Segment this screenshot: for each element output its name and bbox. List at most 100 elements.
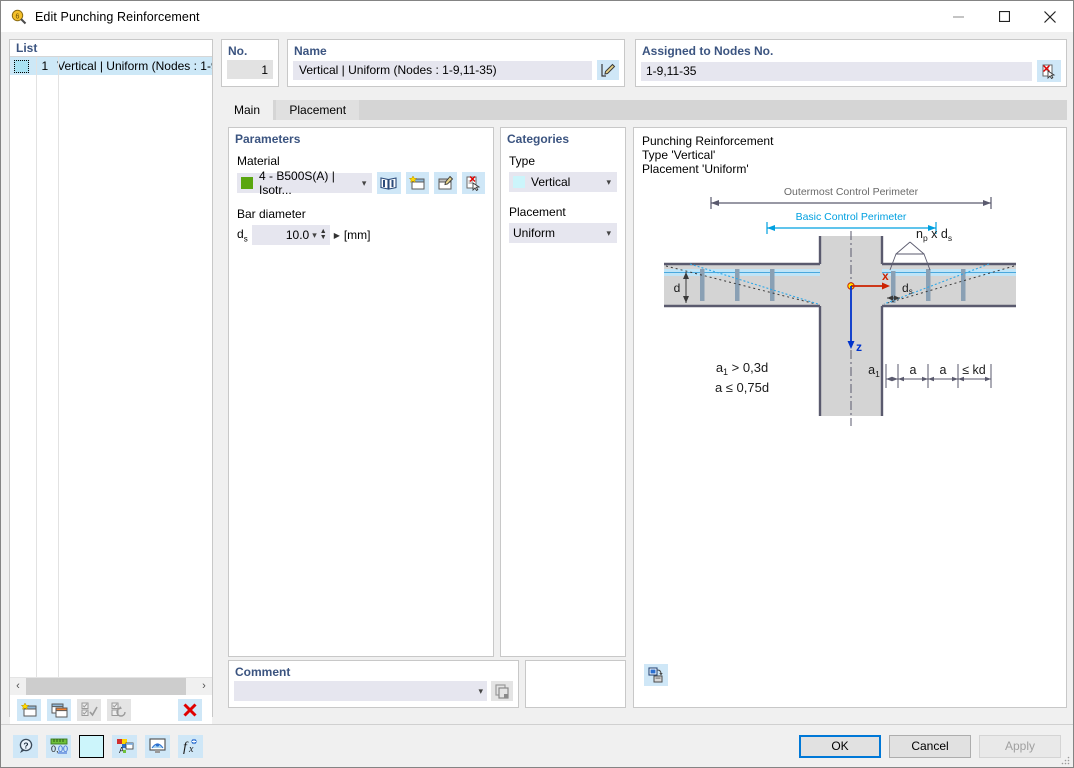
list-body[interactable]: 1 Vertical | Uniform (Nodes : 1-9,1 <box>10 57 212 677</box>
comment-copy-icon[interactable] <box>491 681 513 701</box>
placement-label: Placement <box>509 205 566 219</box>
bottom-bar: ? 0, 00 A f x OK Cancel Apply <box>1 724 1073 767</box>
invert-selection-button <box>107 698 131 721</box>
assigned-nodes-input[interactable]: 1-9,11-35 <box>641 61 1032 81</box>
tab-placement[interactable]: Placement <box>276 100 360 120</box>
comment-input[interactable]: ▾ <box>234 681 487 701</box>
scroll-left-arrow-icon[interactable]: ‹ <box>10 677 26 695</box>
label-np-ds: np x ds <box>916 227 952 243</box>
window-title: Edit Punching Reinforcement <box>35 9 200 24</box>
material-label: Material <box>237 154 280 168</box>
spinner-arrows-icon[interactable]: ▲ ▼ <box>320 228 327 241</box>
type-color-swatch <box>513 176 525 188</box>
minimize-button[interactable] <box>935 1 981 32</box>
list-toolbar <box>10 694 212 724</box>
type-select[interactable]: Vertical ▾ <box>509 172 617 192</box>
ok-button[interactable]: OK <box>799 734 881 758</box>
display-properties-button[interactable]: A <box>112 734 137 758</box>
export-image-icon[interactable] <box>644 664 668 686</box>
diagram-caption-line2: Type 'Vertical' <box>642 148 716 162</box>
dialog-buttons: OK Cancel Apply <box>799 734 1073 758</box>
row-color-swatch <box>10 59 34 73</box>
label-a1-condition: a1 > 0,3d <box>716 360 768 377</box>
cancel-button[interactable]: Cancel <box>889 734 971 758</box>
label-x-axis: x <box>882 269 889 283</box>
formula-button[interactable]: f x <box>178 734 203 758</box>
scroll-track[interactable] <box>26 677 196 695</box>
list-header: List <box>10 40 212 57</box>
svg-text:?: ? <box>23 741 28 751</box>
diagram-image: Outermost Control Perimeter Basic Contro… <box>634 176 1066 696</box>
tab-main[interactable]: Main <box>221 100 274 120</box>
type-label: Type <box>509 154 536 168</box>
view-button[interactable] <box>145 734 170 758</box>
list-item[interactable]: 1 Vertical | Uniform (Nodes : 1-9,1 <box>10 57 212 75</box>
bar-diameter-input[interactable]: 10.0 ▾ ▲ ▼ <box>251 225 330 245</box>
chevron-down-icon: ▾ <box>606 176 611 187</box>
resize-grip[interactable] <box>1060 755 1070 765</box>
parameters-card: Parameters Material 4 - B500S(A) | Isotr… <box>228 127 494 657</box>
apply-arrow-icon[interactable]: ▶ <box>334 231 340 240</box>
svg-text:6: 6 <box>16 13 20 20</box>
delete-material-button[interactable] <box>461 172 485 194</box>
label-z-axis: z <box>856 340 862 354</box>
categories-title: Categories <box>507 132 570 146</box>
close-button[interactable] <box>1027 1 1073 32</box>
label-a-second: a <box>940 363 947 377</box>
scroll-right-arrow-icon[interactable]: › <box>196 677 212 695</box>
bar-diameter-unit: [mm] <box>343 228 371 242</box>
list-horizontal-scrollbar[interactable]: ‹ › <box>10 677 212 695</box>
number-value: 1 <box>227 60 273 79</box>
bar-diameter-value: 10.0 <box>285 228 310 242</box>
help-button[interactable]: ? <box>13 734 38 758</box>
delete-item-button[interactable] <box>178 698 202 721</box>
scroll-thumb[interactable] <box>26 677 186 695</box>
chevron-down-icon[interactable]: ▾ <box>478 686 483 697</box>
type-value: Vertical <box>531 175 571 189</box>
new-material-button[interactable] <box>405 172 429 194</box>
edit-name-icon[interactable] <box>597 60 619 80</box>
select-all-button <box>77 698 101 721</box>
diagram-card: Punching Reinforcement Type 'Vertical' P… <box>633 127 1067 708</box>
edit-material-button[interactable] <box>433 172 457 194</box>
title-bar: 6 Edit Punching Reinforcement <box>1 1 1073 32</box>
color-button[interactable] <box>79 734 104 758</box>
comment-label: Comment <box>235 665 291 679</box>
material-library-button[interactable] <box>377 172 401 194</box>
maximize-button[interactable] <box>981 1 1027 32</box>
number-label: No. <box>228 44 248 58</box>
bar-diameter-subscript: s <box>243 234 248 244</box>
apply-button: Apply <box>979 734 1061 758</box>
categories-card: Categories Type Vertical ▾ Placement Uni… <box>500 127 626 657</box>
new-item-button[interactable] <box>17 698 41 721</box>
pick-nodes-icon[interactable] <box>1037 60 1061 82</box>
dialog-window: 6 Edit Punching Reinforcement List 1 Ver… <box>0 0 1074 768</box>
chevron-down-icon[interactable]: ▾ <box>312 230 317 241</box>
units-button[interactable]: 0, 00 <box>46 734 71 758</box>
number-card: No. 1 <box>221 39 279 87</box>
label-a-first: a <box>910 363 917 377</box>
tab-strip: Main Placement <box>221 100 1067 120</box>
diagram-caption-line3: Placement 'Uniform' <box>642 162 749 176</box>
window-controls <box>935 1 1073 32</box>
diagram-caption: Punching Reinforcement Type 'Vertical' P… <box>634 128 1066 176</box>
assigned-nodes-card: Assigned to Nodes No. 1-9,11-35 <box>635 39 1067 87</box>
name-input[interactable]: Vertical | Uniform (Nodes : 1-9,11-35) <box>293 60 592 80</box>
material-select[interactable]: 4 - B500S(A) | Isotr... ▾ <box>237 169 373 197</box>
name-label: Name <box>294 44 327 58</box>
material-color-swatch <box>241 177 253 189</box>
parameters-title: Parameters <box>235 132 301 146</box>
placement-select[interactable]: Uniform ▾ <box>509 223 617 243</box>
bar-diameter-label: Bar diameter <box>237 207 306 221</box>
bar-diameter-symbol: d <box>237 226 244 241</box>
label-kd: ≤ kd <box>962 363 986 377</box>
svg-text:x: x <box>188 744 194 754</box>
comment-card: Comment ▾ <box>228 660 519 708</box>
name-card: Name Vertical | Uniform (Nodes : 1-9,11-… <box>287 39 625 87</box>
placement-value: Uniform <box>513 226 556 240</box>
copy-item-button[interactable] <box>47 698 71 721</box>
punching-reinforcement-icon: 6 <box>11 9 27 25</box>
diagram-caption-line1: Punching Reinforcement <box>642 134 774 148</box>
label-d: d <box>674 281 681 295</box>
bottom-toolbar: ? 0, 00 A f x <box>1 734 203 758</box>
